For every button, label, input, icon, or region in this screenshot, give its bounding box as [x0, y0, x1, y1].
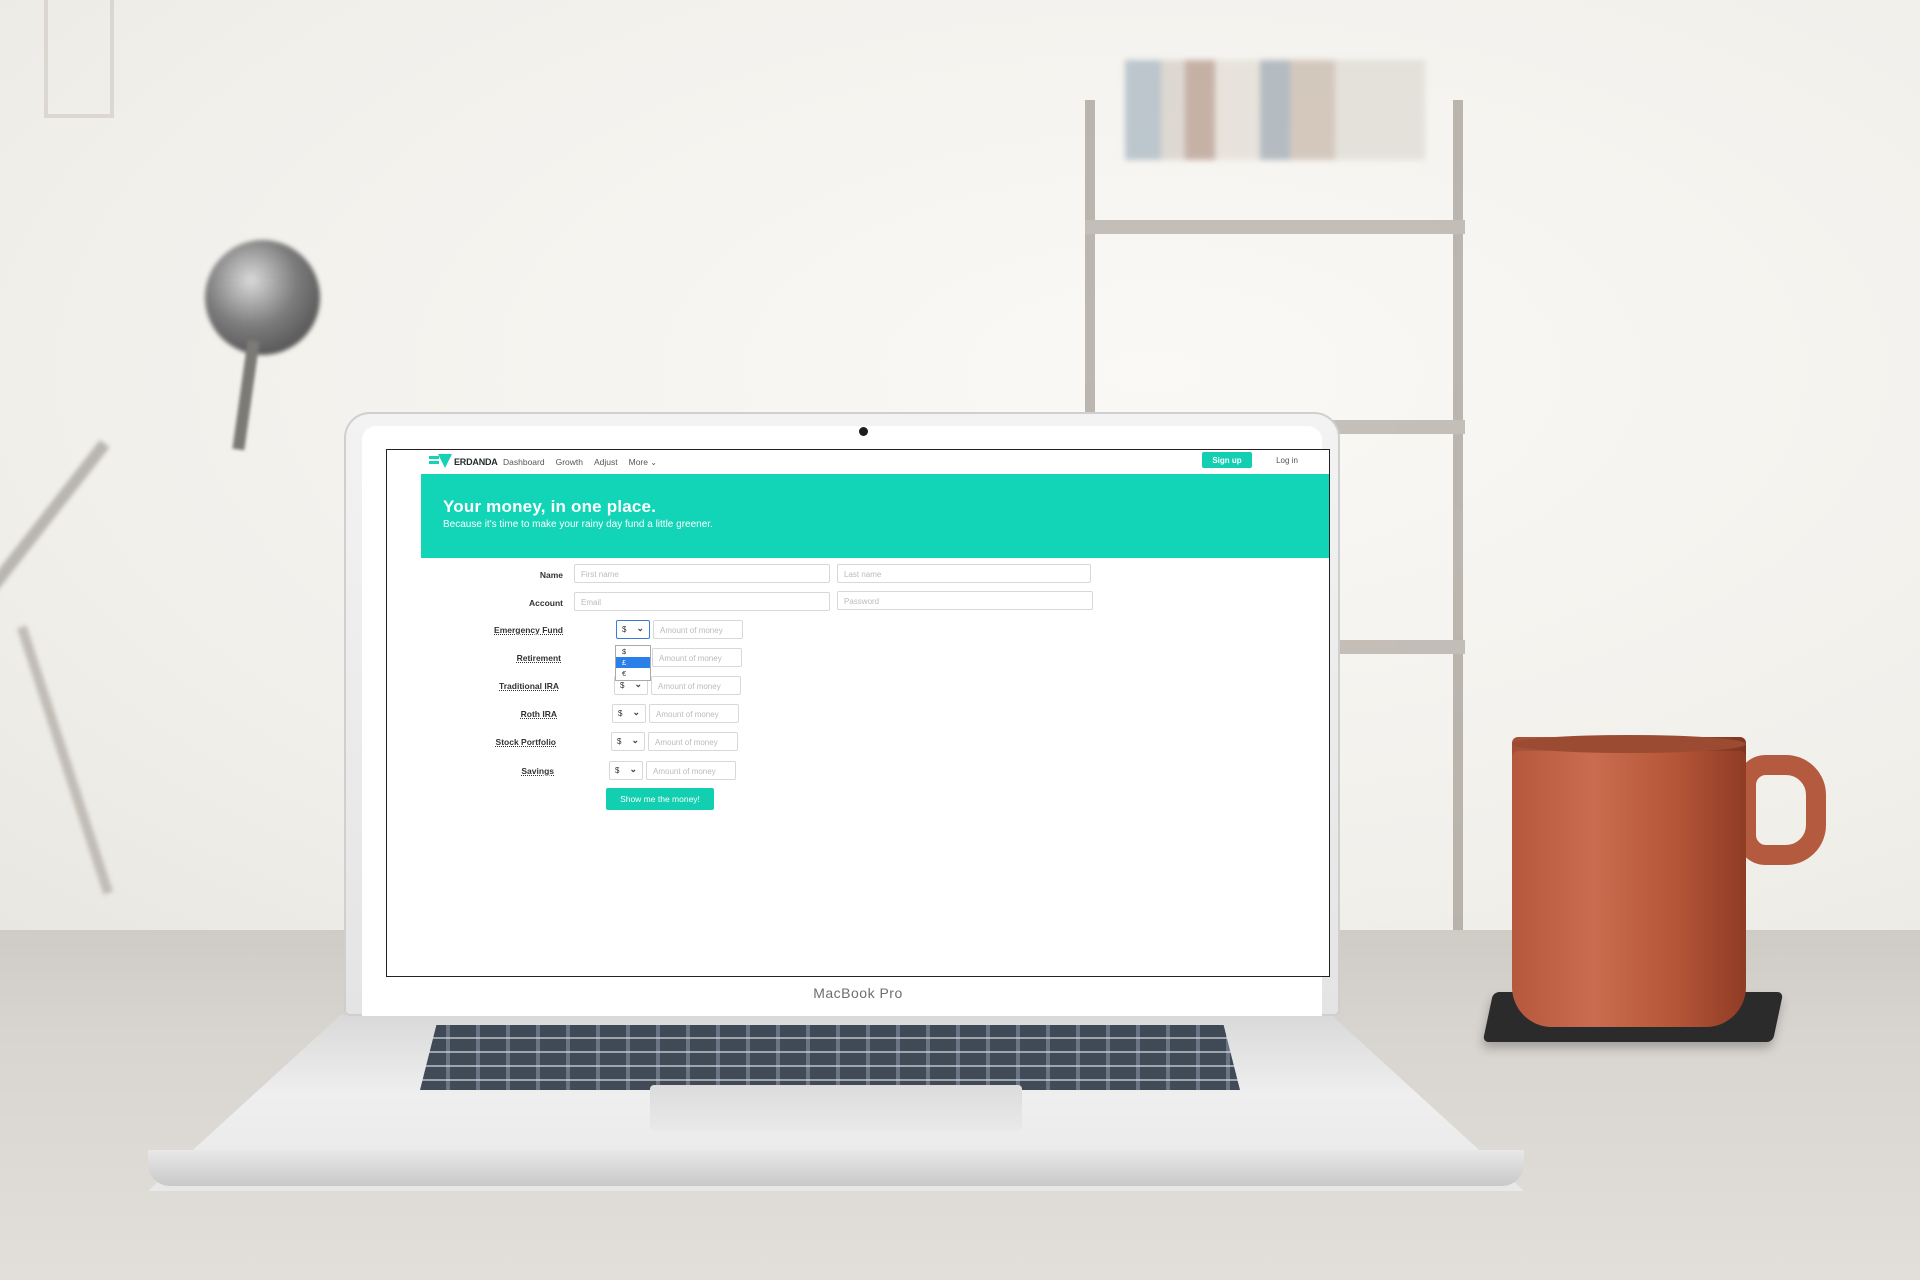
fund-label-retirement: Retirement [516, 653, 561, 663]
currency-select-savings[interactable]: $ ⌄ [609, 761, 643, 780]
chevron-down-icon: ⌄ [629, 764, 637, 774]
chevron-down-icon: ⌄ [631, 735, 639, 745]
currency-dropdown: $ £ € [615, 645, 651, 681]
nav-links: Dashboard Growth Adjust More [503, 457, 657, 467]
nav-link-dashboard[interactable]: Dashboard [503, 457, 545, 467]
desk-lamp-head [205, 240, 320, 355]
logo-text: ERDANDA [454, 456, 498, 467]
wall-frame [44, 0, 114, 118]
fund-label-traditional-ira: Traditional IRA [499, 681, 559, 691]
webcam [859, 427, 868, 436]
amount-input-retirement[interactable]: Amount of money [652, 648, 742, 667]
currency-option[interactable]: € [616, 668, 650, 679]
laptop-keyboard [420, 1025, 1240, 1090]
hero-subtitle: Because it's time to make your rainy day… [443, 519, 713, 530]
login-button[interactable]: Log in [1267, 452, 1307, 468]
mug-handle [1736, 755, 1826, 865]
logo-mark-icon [429, 454, 453, 469]
currency-value: $ [620, 681, 625, 690]
nav-link-more[interactable]: More [629, 457, 657, 467]
hero-banner: Your money, in one place. Because it's t… [421, 474, 1329, 558]
chevron-down-icon: ⌄ [636, 623, 644, 633]
email-input[interactable]: Email [574, 592, 830, 611]
currency-select-roth-ira[interactable]: $ ⌄ [612, 704, 646, 723]
chevron-down-icon: ⌄ [632, 707, 640, 717]
fund-label-roth-ira: Roth IRA [520, 709, 557, 719]
amount-input-savings[interactable]: Amount of money [646, 761, 736, 780]
laptop-base-edge [148, 1150, 1524, 1186]
signup-button[interactable]: Sign up [1202, 452, 1252, 468]
logo[interactable]: ERDANDA [429, 454, 498, 469]
name-label: Name [539, 570, 563, 580]
navbar: ERDANDA Dashboard Growth Adjust More Sig… [387, 450, 1329, 474]
currency-select-stock-portfolio[interactable]: $ ⌄ [611, 732, 645, 751]
password-input[interactable]: Password [837, 591, 1093, 610]
last-name-input[interactable]: Last name [837, 564, 1091, 583]
mug-rim [1512, 735, 1746, 753]
fund-label-stock-portfolio: Stock Portfolio [495, 737, 556, 747]
coffee-mug [1512, 737, 1746, 1027]
currency-value: $ [615, 766, 620, 775]
nav-link-growth[interactable]: Growth [556, 457, 583, 467]
currency-value: $ [622, 625, 627, 634]
amount-input-stock-portfolio[interactable]: Amount of money [648, 732, 738, 751]
currency-option-selected[interactable]: £ [616, 657, 650, 668]
first-name-input[interactable]: First name [574, 564, 830, 583]
laptop-brand-label: MacBook Pro [813, 985, 903, 1001]
fund-label-emergency: Emergency Fund [494, 625, 563, 635]
hero-title: Your money, in one place. [443, 497, 657, 516]
nav-link-adjust[interactable]: Adjust [594, 457, 618, 467]
amount-input-traditional-ira[interactable]: Amount of money [651, 676, 741, 695]
show-me-the-money-button[interactable]: Show me the money! [606, 788, 714, 810]
currency-value: $ [618, 709, 623, 718]
laptop-trackpad [650, 1085, 1022, 1131]
currency-select-emergency[interactable]: $ ⌄ [616, 620, 650, 639]
currency-option[interactable]: $ [616, 646, 650, 657]
fund-label-savings: Savings [521, 766, 554, 776]
amount-input-roth-ira[interactable]: Amount of money [649, 704, 739, 723]
currency-value: $ [617, 737, 622, 746]
amount-input-emergency[interactable]: Amount of money [653, 620, 743, 639]
laptop-screen: ERDANDA Dashboard Growth Adjust More Sig… [386, 449, 1330, 977]
account-label: Account [529, 598, 563, 608]
